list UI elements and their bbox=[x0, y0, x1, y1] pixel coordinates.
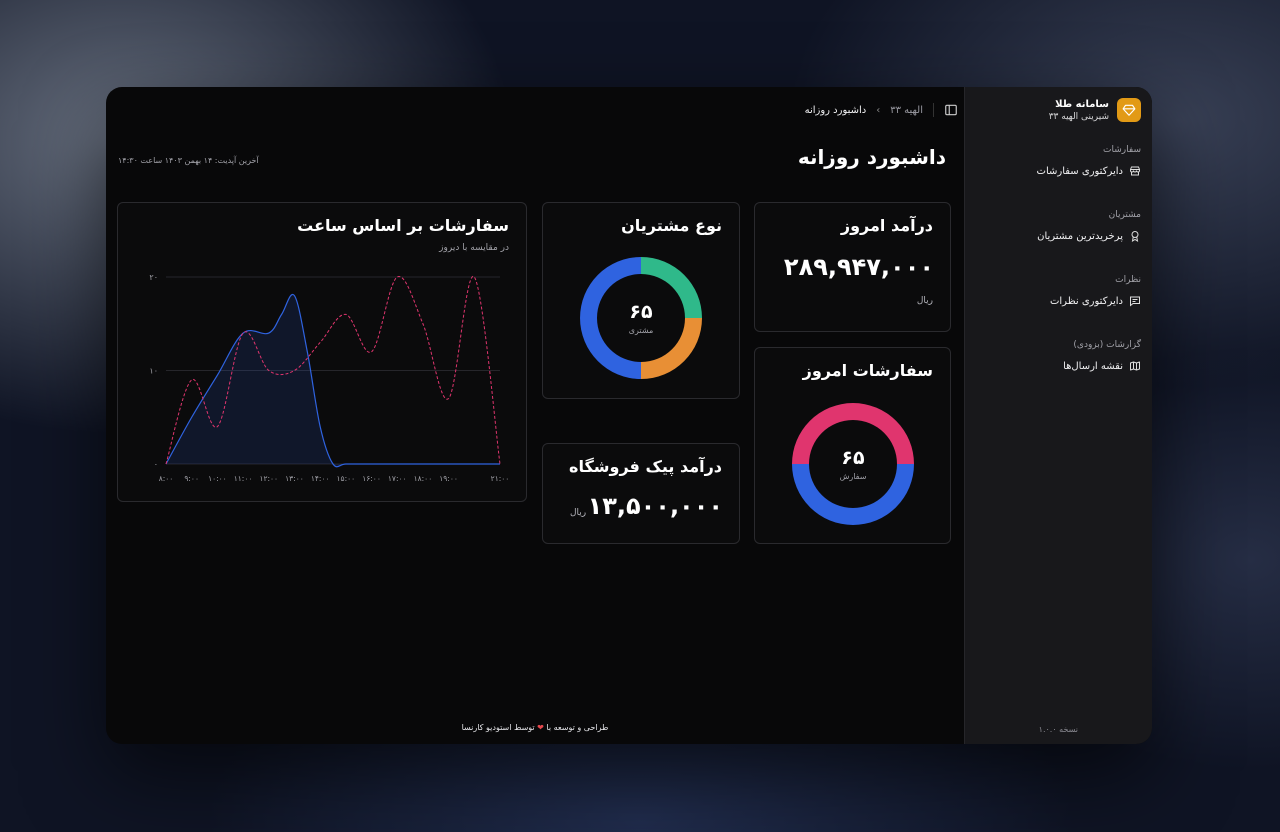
x-tick-label: ۱۰:۰۰ bbox=[208, 474, 227, 483]
card-title: نوع مشتریان bbox=[621, 216, 722, 235]
brand-subtitle: شیرینی الهیه ۳۳ bbox=[1048, 111, 1109, 122]
page-title: داشبورد روزانه bbox=[797, 145, 946, 169]
x-tick-label: ۱۸:۰۰ bbox=[414, 474, 433, 483]
sidebar: سامانه طلا شیرینی الهیه ۳۳ سفارشات دایرک… bbox=[964, 87, 1152, 744]
card-title: درآمد امروز bbox=[840, 216, 933, 235]
sidebar-toggle-icon[interactable] bbox=[944, 103, 958, 117]
x-tick-label: ۱۲:۰۰ bbox=[259, 474, 278, 483]
x-tick-label: ۱۳:۰۰ bbox=[285, 474, 304, 483]
brand-title: سامانه طلا bbox=[1055, 98, 1109, 110]
footer: طراحی و توسعه با ❤ توسط استودیو کارنسا bbox=[106, 723, 964, 732]
sidebar-item-label: پرخریدترین مشتریان bbox=[1037, 230, 1123, 242]
card-subtitle: در مقایسه با دیروز bbox=[439, 243, 509, 253]
sidebar-item-orders-directory[interactable]: دایرکتوری سفارشات bbox=[975, 165, 1141, 177]
nav-group-label: مشتریان bbox=[1108, 210, 1141, 220]
footer-text-after: توسط استودیو کارنسا bbox=[461, 723, 535, 732]
sidebar-item-label: دایرکتوری نظرات bbox=[1049, 295, 1123, 307]
x-tick-label: ۹:۰۰ bbox=[184, 474, 199, 483]
x-tick-label: ۱۷:۰۰ bbox=[388, 474, 407, 483]
sidebar-item-reviews-directory[interactable]: دایرکتوری نظرات bbox=[975, 295, 1141, 307]
breadcrumb: الهیه ۳۳ ‹ داشبورد روزانه bbox=[805, 105, 923, 116]
card-title: درآمد پیک فروشگاه bbox=[569, 457, 722, 476]
series-area-fill bbox=[166, 294, 500, 467]
x-tick-label: ۱۱:۰۰ bbox=[234, 474, 253, 483]
orders-donut-chart: ۶۵ سفارش bbox=[792, 403, 914, 525]
map-icon bbox=[1129, 360, 1141, 372]
app-version: نسخه ۱.۰.۰ bbox=[1038, 725, 1078, 734]
nav-group-label: نظرات bbox=[1115, 275, 1141, 285]
peak-revenue-value: ۱۳,۵۰۰,۰۰۰ bbox=[587, 492, 723, 520]
divider bbox=[933, 103, 934, 117]
message-square-icon bbox=[1129, 295, 1141, 307]
heart-icon: ❤ bbox=[537, 723, 544, 732]
hourly-orders-chart: ۰ ۱۰ ۲۰ ۸:۰۰ ۹:۰۰ ۱۰:۰۰ ۱۱:۰۰ ۱۲:۰۰ ۱۳:۰۰ ۱۴:۰۰ ۱۵… bbox=[149, 273, 510, 483]
hourly-orders-card: سفارشات بر اساس ساعت در مقایسه با دیروز … bbox=[117, 202, 527, 502]
footer-text-before: طراحی و توسعه با bbox=[546, 723, 609, 732]
donut-label: سفارش bbox=[839, 472, 867, 481]
award-icon bbox=[1129, 230, 1141, 242]
y-tick-label: ۰ bbox=[154, 460, 158, 469]
card-title: سفارشات بر اساس ساعت bbox=[297, 216, 509, 235]
sidebar-item-top-customers[interactable]: پرخریدترین مشتریان bbox=[975, 230, 1141, 242]
breadcrumb-current: داشبورد روزانه bbox=[804, 104, 867, 116]
sidebar-item-delivery-map[interactable]: نقشه ارسال‌ها bbox=[975, 360, 1141, 372]
diamond-logo-icon bbox=[1117, 98, 1141, 122]
nav-group-label: گزارشات (بزودی) bbox=[1073, 340, 1141, 350]
y-tick-label: ۱۰ bbox=[149, 367, 158, 376]
x-tick-label: ۸:۰۰ bbox=[159, 474, 174, 483]
x-tick-label: ۱۵:۰۰ bbox=[337, 474, 356, 483]
x-tick-label: ۲۱:۰۰ bbox=[491, 474, 510, 483]
currency-unit: ریال bbox=[570, 508, 587, 518]
x-tick-label: ۱۴:۰۰ bbox=[311, 474, 330, 483]
brand[interactable]: سامانه طلا شیرینی الهیه ۳۳ bbox=[1049, 98, 1141, 122]
customer-type-card: نوع مشتریان ۶۵ مشتری bbox=[542, 202, 740, 399]
card-title: سفارشات امروز bbox=[802, 361, 933, 380]
sidebar-item-label: نقشه ارسال‌ها bbox=[1063, 360, 1123, 372]
currency-unit: ریال bbox=[916, 296, 933, 306]
nav-group-label: سفارشات bbox=[1103, 145, 1141, 155]
last-update-text: آخرین آپدیت: ۱۴ بهمن ۱۴۰۳ ساعت ۱۴:۳۰ bbox=[118, 156, 259, 165]
topbar: الهیه ۳۳ ‹ داشبورد روزانه bbox=[805, 103, 958, 117]
donut-value: ۶۵ bbox=[841, 447, 865, 469]
peak-revenue-card: درآمد پیک فروشگاه ۱۳,۵۰۰,۰۰۰ ریال bbox=[542, 443, 740, 544]
donut-value: ۶۵ bbox=[629, 301, 653, 323]
breadcrumb-parent[interactable]: الهیه ۳۳ bbox=[890, 105, 923, 116]
main-content: الهیه ۳۳ ‹ داشبورد روزانه داشبورد روزانه… bbox=[106, 87, 964, 744]
store-icon bbox=[1129, 165, 1141, 177]
app-window: سامانه طلا شیرینی الهیه ۳۳ سفارشات دایرک… bbox=[106, 87, 1152, 744]
revenue-value: ۲۸۹,۹۴۷,۰۰۰ bbox=[783, 253, 934, 281]
donut-label: مشتری bbox=[628, 326, 654, 335]
nav-group-reviews: نظرات دایرکتوری نظرات bbox=[975, 275, 1141, 307]
customers-donut-chart: ۶۵ مشتری bbox=[580, 257, 702, 379]
x-tick-label: ۱۶:۰۰ bbox=[362, 474, 381, 483]
nav-group-orders: سفارشات دایرکتوری سفارشات bbox=[975, 145, 1141, 177]
orders-card: سفارشات امروز ۶۵ سفارش bbox=[754, 347, 951, 544]
revenue-card: درآمد امروز ۲۸۹,۹۴۷,۰۰۰ ریال bbox=[754, 202, 951, 332]
y-tick-label: ۲۰ bbox=[149, 273, 158, 282]
nav-group-reports: گزارشات (بزودی) نقشه ارسال‌ها bbox=[975, 340, 1141, 372]
sidebar-item-label: دایرکتوری سفارشات bbox=[1036, 165, 1123, 177]
nav-group-customers: مشتریان پرخریدترین مشتریان bbox=[975, 210, 1141, 242]
x-tick-label: ۱۹:۰۰ bbox=[439, 474, 458, 483]
chevron-left-icon: ‹ bbox=[876, 104, 881, 116]
